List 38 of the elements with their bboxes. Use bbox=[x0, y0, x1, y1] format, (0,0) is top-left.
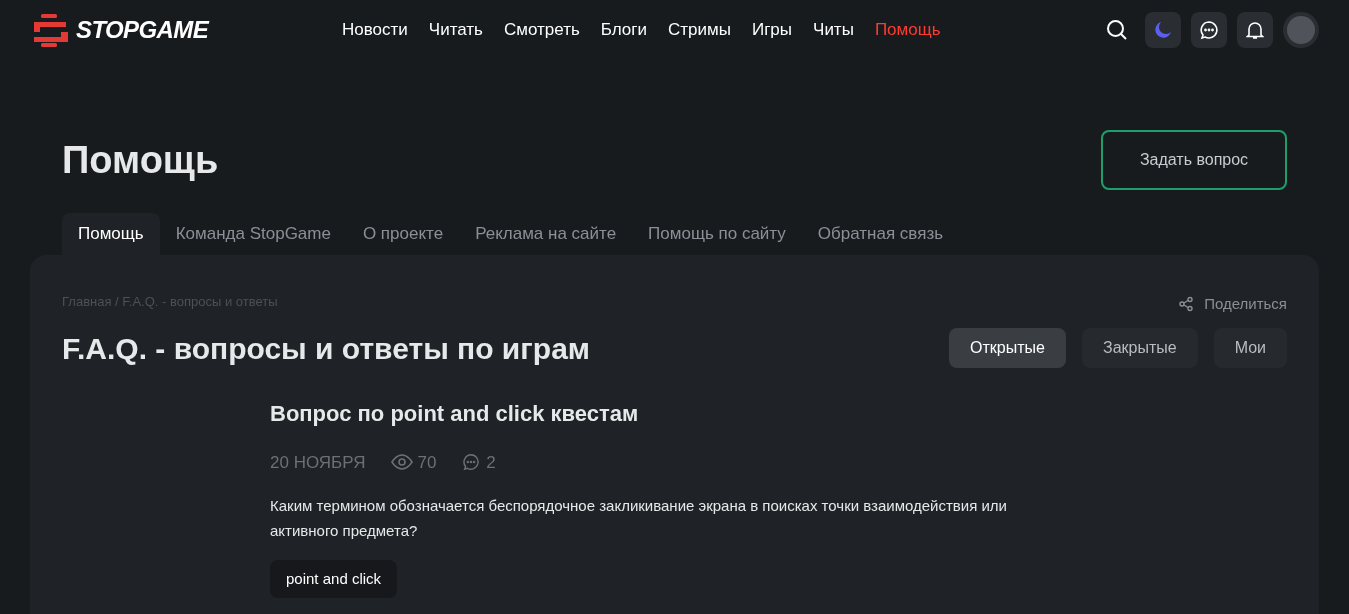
share-button[interactable]: Поделиться bbox=[1178, 293, 1287, 316]
views-count: 70 bbox=[417, 451, 437, 474]
theme-button[interactable] bbox=[1145, 12, 1181, 48]
nav-link[interactable]: Новости bbox=[342, 17, 408, 43]
comments-count: 2 bbox=[486, 451, 496, 474]
question-text: Каким термином обозначается беспорядочное закликивание экрана в поисках точки взаимодействия или активного предмета? bbox=[270, 496, 1008, 541]
section-title: F.A.Q. - вопросы и ответы по играм bbox=[62, 330, 590, 367]
notifications-button[interactable] bbox=[1237, 12, 1273, 48]
question-date: 20 НОЯБРЯ bbox=[270, 451, 366, 474]
filter-button[interactable]: Мои bbox=[1213, 328, 1287, 368]
nav-link[interactable]: Игры bbox=[751, 17, 793, 43]
logo-text[interactable]: STOPGAME bbox=[76, 12, 209, 48]
tab[interactable]: Обратная связь bbox=[801, 213, 960, 255]
chat-icon bbox=[1199, 20, 1219, 40]
filter-button[interactable]: Открытые bbox=[949, 328, 1066, 368]
question-title[interactable]: Вопрос по point and click квестам bbox=[270, 396, 1287, 430]
tab[interactable]: Помощь по сайту bbox=[632, 213, 802, 255]
tag[interactable]: point and click bbox=[270, 560, 398, 598]
share-icon bbox=[1178, 296, 1195, 313]
tab[interactable]: Реклама на сайте bbox=[459, 213, 633, 255]
eye-icon bbox=[391, 454, 414, 471]
nav-link[interactable]: Стримы bbox=[668, 17, 731, 43]
nav-link[interactable]: Смотреть bbox=[503, 17, 580, 43]
comment-icon bbox=[462, 453, 481, 472]
tab[interactable]: О проекте bbox=[346, 213, 460, 255]
page-title: Помощь bbox=[62, 137, 219, 183]
nav-link[interactable]: Читать bbox=[428, 17, 483, 43]
nav-link[interactable]: Блоги bbox=[600, 17, 648, 43]
tab[interactable]: Команда StopGame bbox=[159, 213, 347, 255]
messages-button[interactable] bbox=[1191, 12, 1227, 48]
moon-icon bbox=[1154, 21, 1172, 39]
nav-link[interactable]: Читы bbox=[813, 17, 854, 43]
tab[interactable]: Помощь bbox=[62, 213, 160, 255]
filter-button[interactable]: Закрытые bbox=[1081, 328, 1198, 368]
bell-icon bbox=[1246, 20, 1264, 40]
search-icon bbox=[1105, 18, 1129, 42]
nav-link[interactable]: Помощь bbox=[874, 17, 941, 43]
ask-question-button[interactable]: Задать вопрос bbox=[1101, 130, 1287, 190]
